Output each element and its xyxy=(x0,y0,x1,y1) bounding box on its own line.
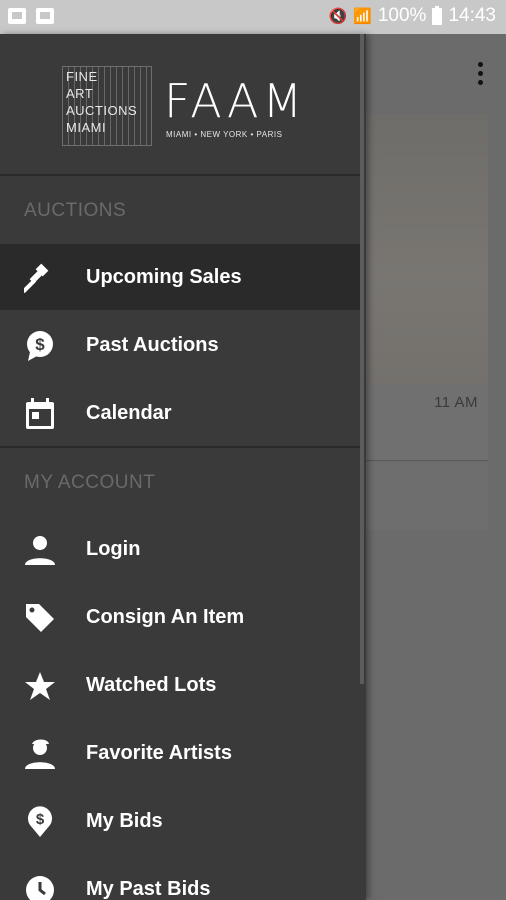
brand-name: FAAM xyxy=(164,74,307,128)
auction-time: 11 AM xyxy=(434,394,478,411)
battery-icon xyxy=(432,5,443,25)
dollar-bubble-icon: $ xyxy=(27,331,53,361)
faam-logo-mark: FINE ART AUCTIONS MIAMI xyxy=(62,66,152,146)
star-icon xyxy=(25,672,55,700)
background-app[interactable]: 11 AM xyxy=(366,34,506,900)
svg-text:$: $ xyxy=(35,335,45,354)
drawer-item-consign[interactable]: Consign An Item xyxy=(0,584,360,650)
drawer-item-favorite-artists[interactable]: Favorite Artists xyxy=(0,720,360,786)
navigation-drawer: FINE ART AUCTIONS MIAMI FAAM MIAMI • NEW… xyxy=(0,34,366,900)
drawer-item-label: My Past Bids xyxy=(86,878,211,900)
mail-notification-icon xyxy=(36,8,54,24)
drawer-item-my-past-bids[interactable]: My Past Bids xyxy=(0,856,360,900)
brand-cities: MIAMI • NEW YORK • PARIS xyxy=(166,130,283,139)
mute-icon: 🔇 xyxy=(328,8,348,25)
bid-pin-icon: $ xyxy=(28,806,52,837)
drawer-item-label: Login xyxy=(86,538,141,560)
drawer-item-label: Favorite Artists xyxy=(86,742,232,764)
artist-icon xyxy=(25,739,55,769)
drawer-item-label: Watched Lots xyxy=(86,674,217,696)
drawer-item-login[interactable]: Login xyxy=(0,516,360,582)
section-divider xyxy=(0,446,360,448)
logo-word-fine: FINE xyxy=(66,69,98,84)
drawer-item-past-auctions[interactable]: $ Past Auctions xyxy=(0,312,360,378)
battery-percent: 100% xyxy=(377,5,427,26)
status-bar: 🔇 📶 100% 14:43 xyxy=(0,0,506,34)
overflow-menu-icon[interactable] xyxy=(478,62,484,89)
drawer-item-label: Consign An Item xyxy=(86,606,245,628)
image-notification-icon xyxy=(8,8,26,24)
section-auctions: AUCTIONS xyxy=(24,200,127,221)
section-my-account: MY ACCOUNT xyxy=(24,472,156,493)
calendar-icon xyxy=(26,398,54,429)
drawer-item-calendar[interactable]: Calendar xyxy=(0,380,360,446)
drawer-item-label: My Bids xyxy=(86,810,163,832)
brand-header: FINE ART AUCTIONS MIAMI FAAM MIAMI • NEW… xyxy=(0,34,360,176)
drawer-item-watched-lots[interactable]: Watched Lots xyxy=(0,652,360,718)
logo-word-art: ART xyxy=(66,86,94,101)
status-indicators: 🔇 📶 100% 14:43 xyxy=(328,5,496,27)
clock: 14:43 xyxy=(448,5,496,26)
drawer-item-label: Calendar xyxy=(86,402,172,424)
person-icon xyxy=(25,536,55,565)
auction-image xyxy=(366,114,488,384)
drawer-item-label: Past Auctions xyxy=(86,334,219,356)
drawer-item-upcoming-sales[interactable]: Upcoming Sales xyxy=(0,244,360,310)
drawer-scrollbar[interactable] xyxy=(360,34,364,684)
drawer-item-label: Upcoming Sales xyxy=(86,266,242,288)
clock-icon xyxy=(26,876,54,900)
wifi-icon: 📶 xyxy=(353,8,372,25)
drawer-item-my-bids[interactable]: $ My Bids xyxy=(0,788,360,854)
tag-icon xyxy=(26,604,54,632)
logo-word-auctions: AUCTIONS xyxy=(66,103,138,118)
logo-word-miami: MIAMI xyxy=(66,120,107,135)
svg-text:$: $ xyxy=(36,811,45,828)
auction-card-2 xyxy=(366,462,488,530)
notification-icons xyxy=(8,8,54,24)
gavel-icon xyxy=(24,263,49,294)
